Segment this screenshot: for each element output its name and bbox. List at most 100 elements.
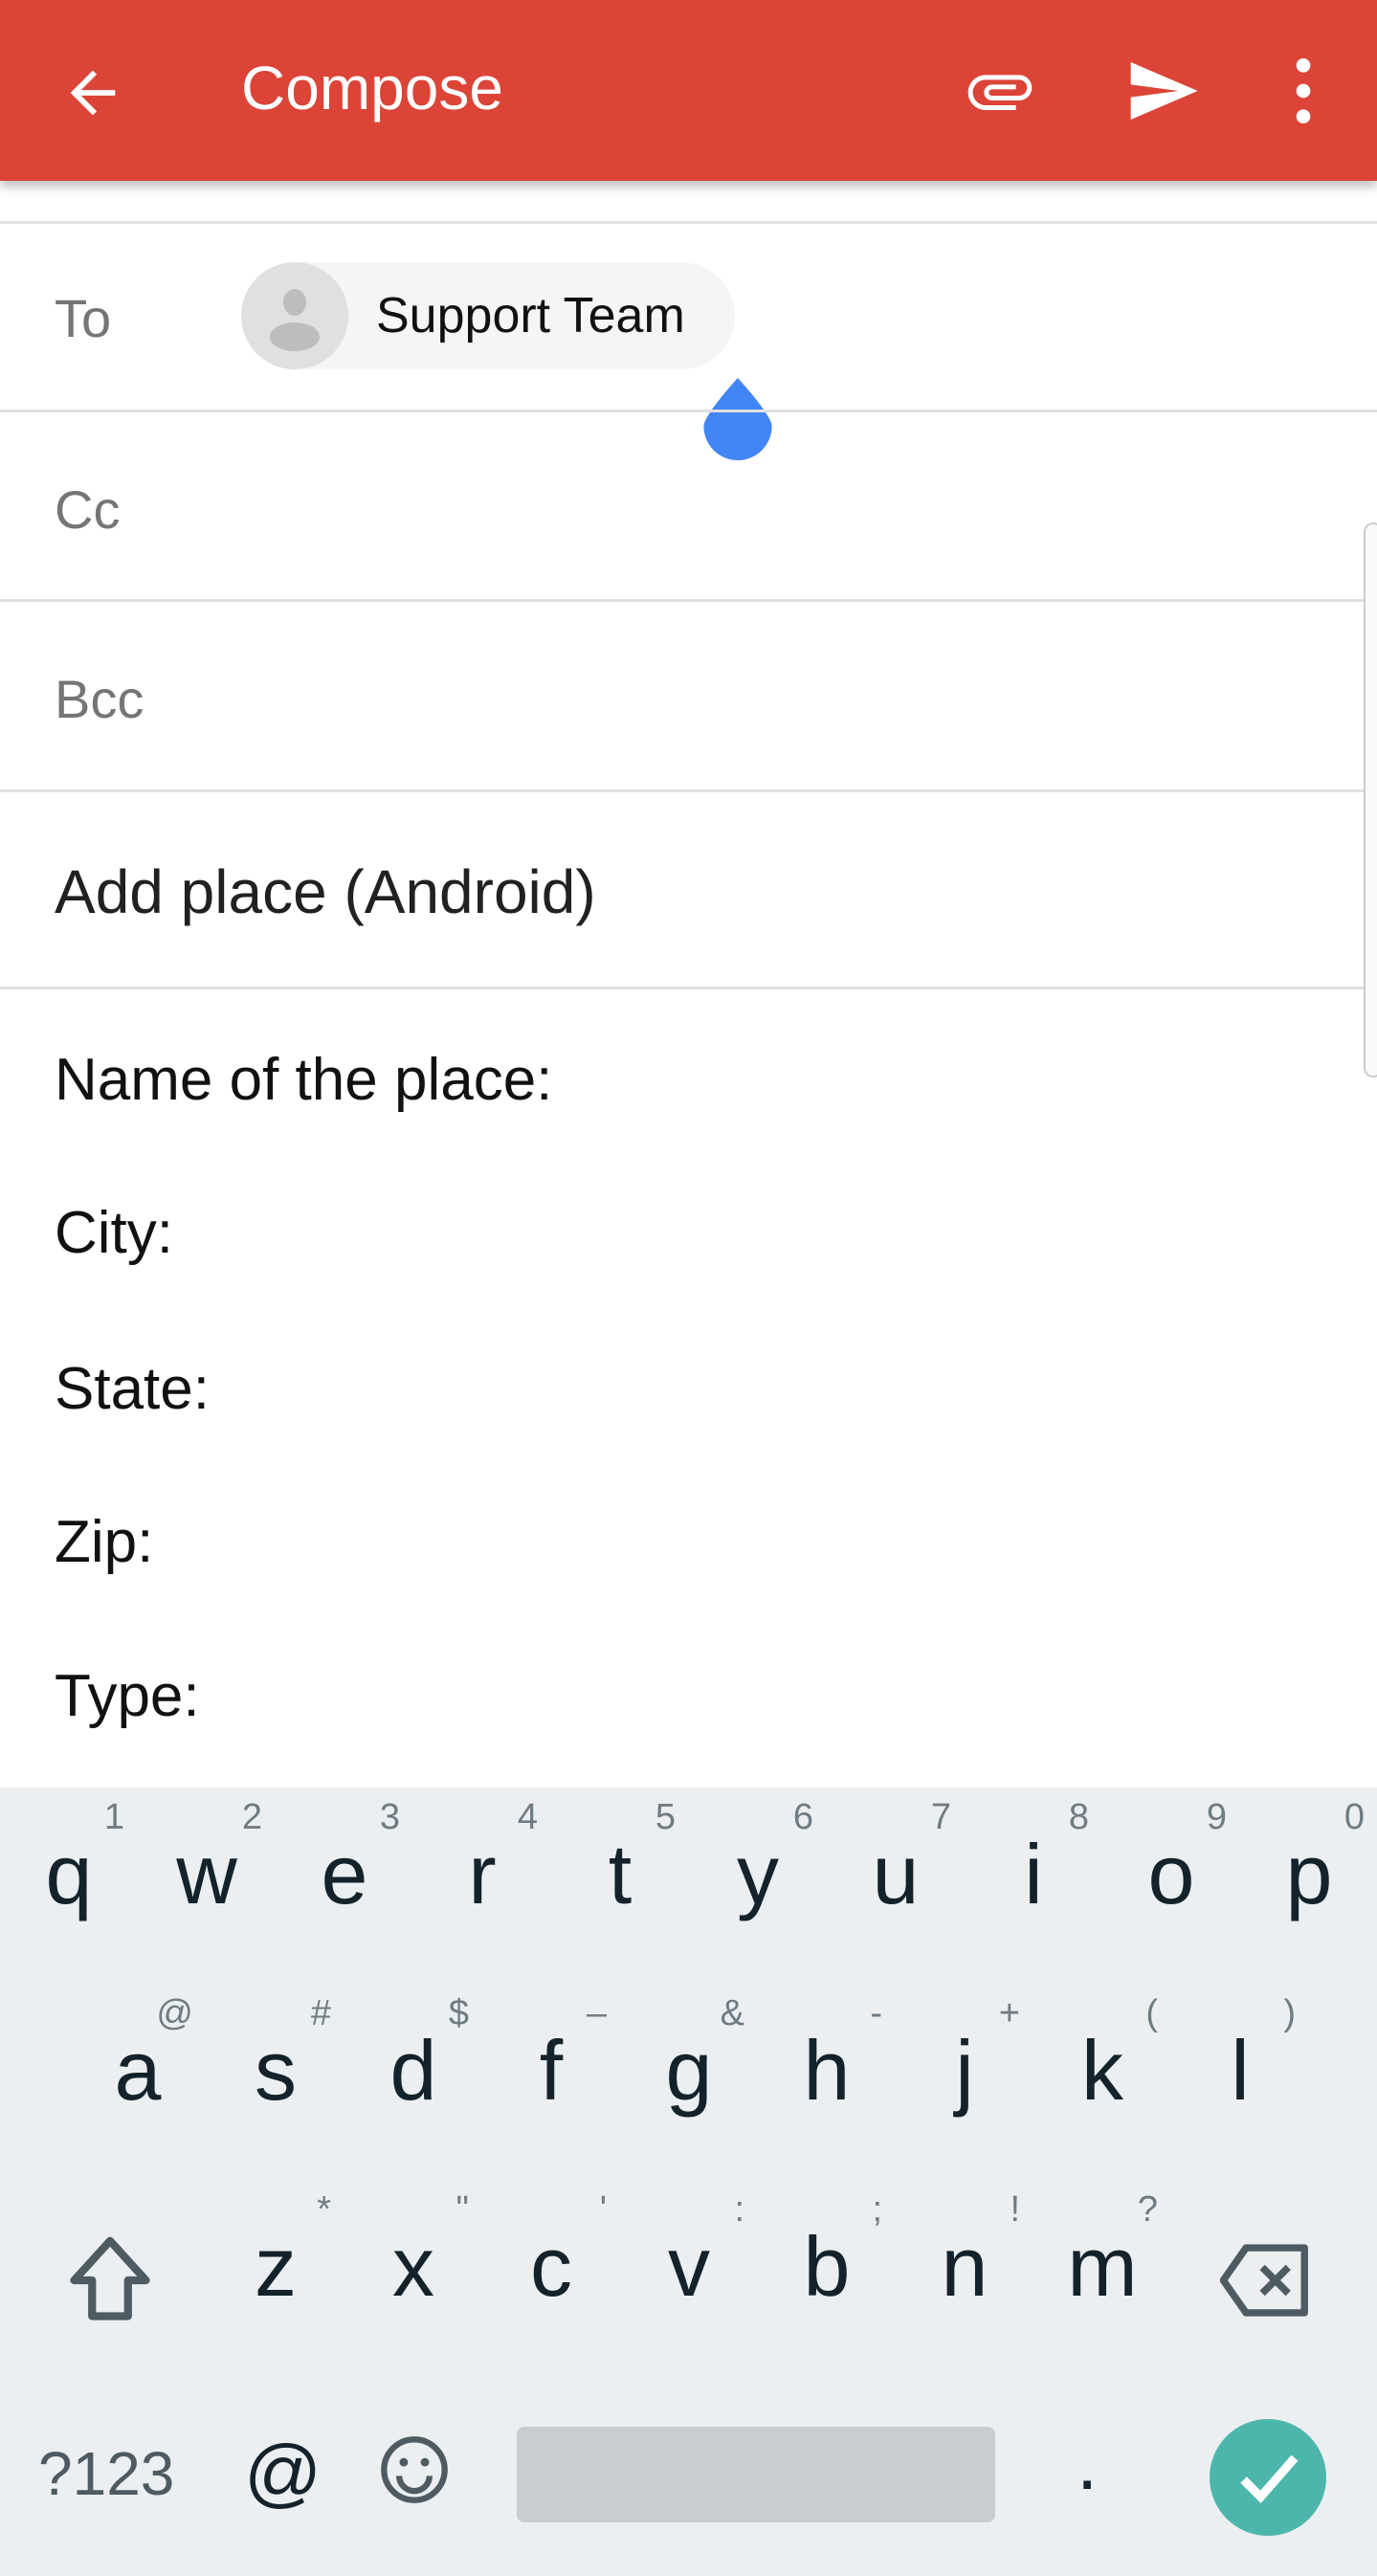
key-label: b <box>803 2219 851 2314</box>
cc-field[interactable]: Cc <box>55 478 1299 540</box>
key-hint: 0 <box>1344 1797 1365 1837</box>
person-icon <box>270 289 320 351</box>
key-hint: ? <box>1137 2189 1158 2230</box>
key-hint: + <box>998 1993 1020 2033</box>
key-label: y <box>737 1827 779 1921</box>
key-hint: ) <box>1283 1993 1296 2033</box>
key-hint: 6 <box>792 1797 813 1837</box>
scrollbar[interactable] <box>1364 522 1377 1077</box>
key-g[interactable]: g & <box>620 1984 758 2175</box>
body-line: State: <box>55 1356 210 1422</box>
page-title: Compose <box>241 54 503 122</box>
key-label: q <box>45 1827 93 1921</box>
bcc-field[interactable]: Bcc <box>55 668 1299 729</box>
key-y[interactable]: y6 <box>689 1788 827 1979</box>
key-v[interactable]: v: <box>620 2180 758 2371</box>
key-row: z * x " c ' v: b; n! m? <box>207 2180 1173 2381</box>
bcc-label: Bcc <box>55 669 144 729</box>
key-x[interactable]: x " <box>344 2180 482 2371</box>
key-hint: – <box>586 1993 607 2033</box>
send-icon[interactable] <box>1124 53 1201 129</box>
at-key[interactable]: @ <box>244 2429 322 2517</box>
key-label: i <box>1024 1827 1043 1921</box>
key-a[interactable]: a @ <box>69 1984 207 2175</box>
key-w[interactable]: w2 <box>138 1788 276 1979</box>
key-label: w <box>176 1827 237 1921</box>
key-hint: 4 <box>517 1797 538 1837</box>
key-c[interactable]: c ' <box>482 2180 620 2371</box>
key-i[interactable]: i8 <box>965 1788 1102 1979</box>
body-field[interactable]: Name of the place: City: State: Zip: Typ… <box>0 995 1359 1780</box>
key-k[interactable]: k( <box>1033 1984 1171 2175</box>
cc-label: Cc <box>55 479 121 540</box>
divider <box>0 221 1377 224</box>
key-b[interactable]: b; <box>758 2180 896 2371</box>
key-label: n <box>941 2219 988 2314</box>
emoji-icon[interactable] <box>378 2433 451 2506</box>
key-hint: # <box>310 1993 331 2033</box>
key-hint: 8 <box>1068 1797 1089 1837</box>
key-label: o <box>1147 1827 1195 1921</box>
keyboard: q1w2e3r4t5y6u7i8o9p0 a @ s # d $ f – g & h - j + k(l) … <box>0 1788 1377 2576</box>
key-o[interactable]: o9 <box>1102 1788 1240 1979</box>
key-s[interactable]: s # <box>207 1984 344 2175</box>
key-j[interactable]: j + <box>896 1984 1033 2175</box>
key-z[interactable]: z * <box>207 2180 344 2371</box>
shift-icon[interactable] <box>67 2232 153 2328</box>
body-line: Name of the place: <box>55 1047 553 1113</box>
divider <box>0 410 1377 412</box>
key-t[interactable]: t5 <box>551 1788 689 1979</box>
body-line: Type: <box>55 1663 200 1729</box>
back-arrow-icon[interactable] <box>59 59 126 126</box>
key-label: k <box>1081 2023 1123 2118</box>
text-cursor-handle[interactable] <box>703 378 772 460</box>
backspace-icon[interactable] <box>1220 2237 1311 2323</box>
key-label: p <box>1285 1827 1333 1921</box>
key-m[interactable]: m? <box>1033 2180 1171 2371</box>
key-u[interactable]: u7 <box>827 1788 965 1979</box>
check-icon <box>1240 2454 1299 2504</box>
key-hint: ' <box>599 2189 607 2230</box>
key-hint: 1 <box>103 1797 124 1837</box>
symbols-key[interactable]: ?123 <box>38 2438 174 2509</box>
key-label: a <box>114 2023 162 2118</box>
key-label: x <box>392 2219 434 2314</box>
body-line: City: <box>55 1200 173 1266</box>
key-n[interactable]: n! <box>896 2180 1033 2371</box>
key-hint: 3 <box>379 1797 400 1837</box>
key-row: q1w2e3r4t5y6u7i8o9p0 <box>0 1788 1377 1988</box>
paperclip-icon[interactable] <box>962 53 1038 129</box>
app-bar: Compose <box>0 0 1377 181</box>
key-label: h <box>803 2023 851 2118</box>
key-r[interactable]: r4 <box>413 1788 551 1979</box>
key-hint: " <box>455 2189 470 2230</box>
recipient-chip-label: Support Team <box>376 288 685 344</box>
more-vert-icon[interactable] <box>1282 53 1324 129</box>
key-label: t <box>608 1827 633 1921</box>
key-label: e <box>321 1827 368 1921</box>
subject-field[interactable]: Add place (Android) <box>55 856 596 927</box>
key-hint: ; <box>872 2189 882 2230</box>
body-line: Zip: <box>55 1509 154 1575</box>
key-label: c <box>530 2219 572 2314</box>
key-hint: @ <box>156 1993 193 2033</box>
key-f[interactable]: f – <box>482 1984 620 2175</box>
key-label: s <box>255 2023 297 2118</box>
key-label: u <box>872 1827 920 1921</box>
period-key[interactable]: . <box>1077 2419 1098 2507</box>
enter-button[interactable] <box>1210 2419 1326 2536</box>
key-e[interactable]: e3 <box>276 1788 413 1979</box>
key-hint: 9 <box>1206 1797 1227 1837</box>
key-hint: $ <box>448 1993 469 2033</box>
key-hint: 7 <box>930 1797 951 1837</box>
key-d[interactable]: d $ <box>344 1984 482 2175</box>
key-hint: 5 <box>655 1797 676 1837</box>
key-hint: 2 <box>241 1797 262 1837</box>
key-p[interactable]: p0 <box>1240 1788 1377 1979</box>
key-hint: & <box>720 1993 744 2033</box>
key-h[interactable]: h- <box>758 1984 896 2175</box>
key-q[interactable]: q1 <box>0 1788 138 1979</box>
key-l[interactable]: l) <box>1171 1984 1309 2175</box>
key-label: j <box>955 2023 974 2118</box>
space-bar[interactable] <box>517 2427 995 2522</box>
